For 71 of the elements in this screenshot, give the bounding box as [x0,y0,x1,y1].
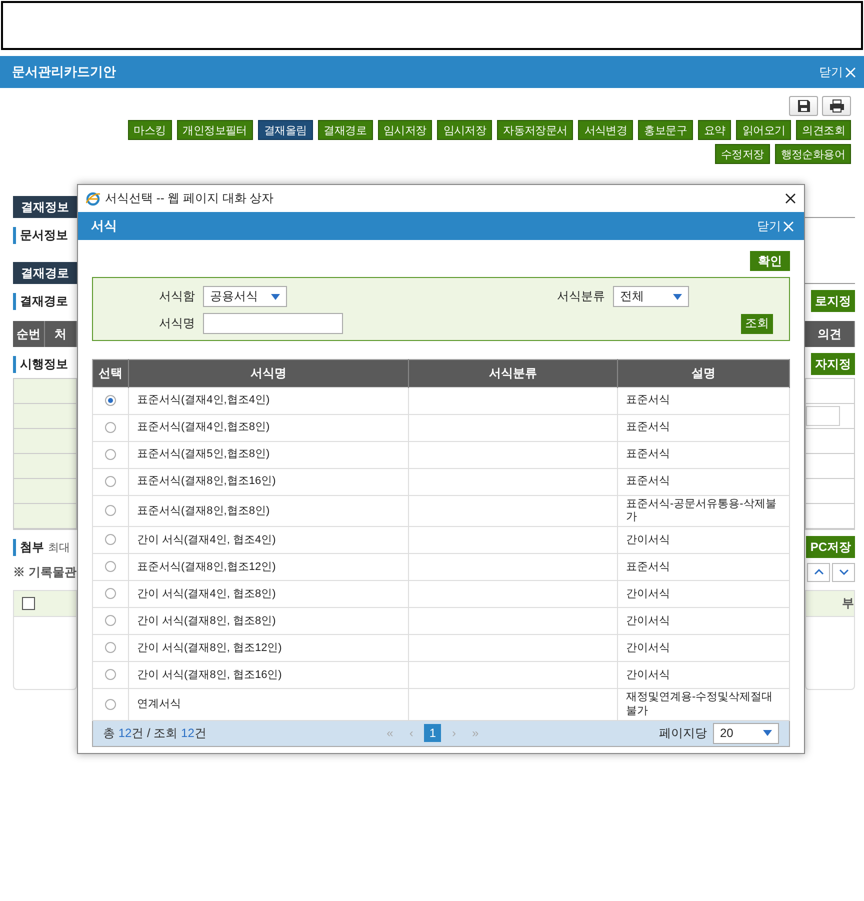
table-cell: 표준서식-공문서유통용-삭제불가 [618,496,790,527]
toolbar-button[interactable]: 자동저장문서 [497,120,574,140]
dialog-title: 서식선택 -- 웹 페이지 대화 상자 [105,190,274,207]
toolbar-button[interactable]: 개인정보필터 [176,120,253,140]
dialog-heading: 서식 [91,217,117,235]
toolbar-button[interactable]: 행정순화용어 [774,144,851,164]
table-cell: 간이 서식(결재8인, 협조8인) [128,608,408,635]
field-label: 서식명 [158,315,196,332]
table-cell: 표준서식(결재4인,협조8인) [128,414,408,442]
table-cell: 간이서식 [618,662,790,689]
table-cell: 표준서식 [618,442,790,468]
column-header: 설명 [618,360,790,388]
attachment-note: 최대 [48,540,70,554]
column-header: 서식분류 [408,360,618,388]
category-select[interactable]: 전체 [613,286,689,307]
toolbar-button[interactable]: 결재올림 [258,120,313,140]
folder-select[interactable]: 공용서식 [203,286,287,307]
table-cell: 표준서식 [618,414,790,442]
table-cell: 간이서식 [618,634,790,662]
section-tab[interactable]: 결재정보 [13,196,77,218]
table-cell: 간이서식 [618,608,790,635]
toolbar-button[interactable]: 임시저장 [437,120,492,140]
field-label: 서식함 [158,288,196,305]
table-cell: 연계서식 [128,688,408,720]
toolbar-button[interactable]: 서식변경 [578,120,634,140]
column-header: 선택 [92,360,128,388]
table-cell: 표준서식(결재8인,협조8인) [128,496,408,527]
table-cell: 간이서식 [618,580,790,608]
records-note: ※ 기록물관 [13,564,76,580]
section-heading: 문서정보 [13,226,68,244]
table-cell: 표준서식 [618,554,790,581]
toolbar-button[interactable]: 홍보문구 [638,120,693,140]
column-header: 서식명 [128,360,408,388]
table-cell: 간이서식 [618,526,790,554]
section-tab[interactable]: 결재경로 [13,262,77,284]
toolbar-button[interactable]: 의견조회 [796,120,851,140]
table-cell: 표준서식(결재4인,협조4인) [128,388,408,414]
table-cell: 재정및연계용-수정및삭제절대불가 [618,688,790,720]
action-button[interactable]: 로지정 [811,290,855,312]
column-header: 부 [842,595,854,612]
page-size-label: 페이지당 [659,724,707,742]
table-cell: 간이 서식(결재8인, 협조16인) [128,662,408,689]
section-heading: 시행정보 [13,356,68,372]
field-label: 서식분류 [556,288,606,305]
confirm-button[interactable]: 확인 [750,251,790,271]
table-cell: 표준서식(결재8인,협조12인) [128,554,408,581]
search-button[interactable]: 조회 [741,314,773,334]
table-cell: 표준서식(결재8인,협조16인) [128,468,408,496]
table-cell: 간이 서식(결재4인, 협조8인) [128,580,408,608]
section-heading: 첨부 [13,538,44,556]
table-cell: 표준서식(결재5인,협조8인) [128,442,408,468]
pager-button[interactable]: 1 [424,724,442,742]
table-cell: 간이 서식(결재4인, 협조4인) [128,526,408,554]
page-size-select[interactable]: 20 [713,722,779,744]
action-button[interactable]: 자지정 [811,353,855,375]
column-header: 순번 [13,321,45,347]
toolbar-button[interactable]: 마스킹 [128,120,172,140]
section-heading: 결재경로 [13,292,68,310]
close-link[interactable]: 닫기 [819,64,856,80]
toolbar-button[interactable]: 읽어오기 [736,120,792,140]
toolbar-button[interactable]: 요약 [698,120,732,140]
result-count: 총 12건 / 조회 12건 [103,724,206,742]
page-title: 문서관리카드기안 [12,63,116,81]
action-button[interactable]: PC저장 [806,536,855,558]
toolbar-button[interactable]: 결재경로 [318,120,373,140]
table-cell: 간이 서식(결재8인, 협조12인) [128,634,408,662]
table-cell: 표준서식 [618,388,790,414]
toolbar-button[interactable]: 수정저장 [714,144,770,164]
toolbar-button[interactable]: 임시저장 [378,120,432,140]
table-cell: 표준서식 [618,468,790,496]
close-link[interactable]: 닫기 [757,218,794,234]
